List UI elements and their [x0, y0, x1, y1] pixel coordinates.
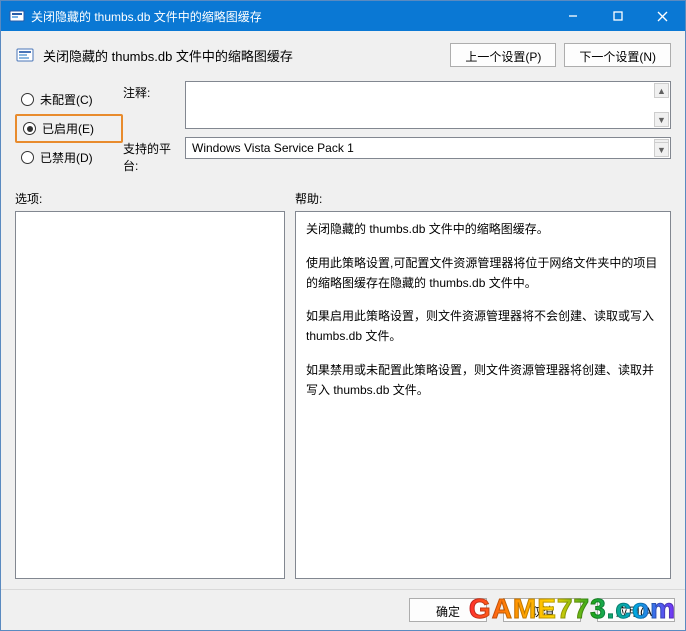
help-paragraph: 关闭隐藏的 thumbs.db 文件中的缩略图缓存。 — [306, 220, 660, 240]
help-label: 帮助: — [295, 190, 671, 207]
radio-label: 未配置(C) — [40, 91, 93, 108]
policy-title: 关闭隐藏的 thumbs.db 文件中的缩略图缓存 — [43, 46, 442, 65]
lower-panels: 关闭隐藏的 thumbs.db 文件中的缩略图缓存。 使用此策略设置,可配置文件… — [15, 211, 671, 579]
radio-label: 已启用(E) — [42, 120, 94, 137]
scroll-down-icon[interactable]: ▼ — [654, 142, 669, 157]
scroll-down-icon[interactable]: ▼ — [654, 112, 669, 127]
comment-label: 注释: — [123, 81, 185, 101]
window-title: 关闭隐藏的 thumbs.db 文件中的缩略图缓存 — [31, 8, 550, 25]
radio-icon — [23, 122, 36, 135]
cancel-button[interactable]: 取消 — [503, 598, 581, 622]
options-label: 选项: — [15, 190, 295, 207]
options-panel[interactable] — [15, 211, 285, 579]
platform-value: Windows Vista Service Pack 1 — [192, 141, 354, 155]
next-setting-button[interactable]: 下一个设置(N) — [564, 43, 671, 67]
scroll-up-icon[interactable]: ▲ — [654, 83, 669, 98]
close-button[interactable] — [640, 1, 685, 31]
content-area: 关闭隐藏的 thumbs.db 文件中的缩略图缓存 上一个设置(P) 下一个设置… — [1, 31, 685, 589]
window-buttons — [550, 1, 685, 31]
config-grid: 未配置(C) 已启用(E) 已禁用(D) 注释: ▲ ▼ — [15, 81, 671, 174]
radio-icon — [21, 93, 34, 106]
radio-disabled[interactable]: 已禁用(D) — [15, 145, 123, 170]
platform-textbox: Windows Vista Service Pack 1 ▲ ▼ — [185, 137, 671, 159]
radio-label: 已禁用(D) — [40, 149, 93, 166]
app-icon — [9, 8, 25, 24]
state-radio-group: 未配置(C) 已启用(E) 已禁用(D) — [15, 81, 123, 174]
previous-setting-button[interactable]: 上一个设置(P) — [450, 43, 556, 67]
help-paragraph: 如果禁用或未配置此策略设置，则文件资源管理器将创建、读取并写入 thumbs.d… — [306, 361, 660, 401]
help-paragraph: 如果启用此策略设置，则文件资源管理器将不会创建、读取或写入 thumbs.db … — [306, 307, 660, 347]
dialog-footer: 确定 取消 应用(A) — [1, 589, 685, 630]
radio-not-configured[interactable]: 未配置(C) — [15, 87, 123, 112]
platform-label: 支持的平台: — [123, 137, 185, 174]
fields-column: 注释: ▲ ▼ 支持的平台: Windows Vista Service Pac… — [123, 81, 671, 174]
apply-button[interactable]: 应用(A) — [597, 598, 675, 622]
section-labels: 选项: 帮助: — [15, 190, 671, 207]
policy-icon — [15, 45, 35, 65]
ok-button[interactable]: 确定 — [409, 598, 487, 622]
maximize-button[interactable] — [595, 1, 640, 31]
platform-row: 支持的平台: Windows Vista Service Pack 1 ▲ ▼ — [123, 137, 671, 174]
minimize-button[interactable] — [550, 1, 595, 31]
comment-row: 注释: ▲ ▼ — [123, 81, 671, 129]
radio-enabled[interactable]: 已启用(E) — [15, 114, 123, 143]
header-row: 关闭隐藏的 thumbs.db 文件中的缩略图缓存 上一个设置(P) 下一个设置… — [15, 43, 671, 67]
comment-textbox[interactable]: ▲ ▼ — [185, 81, 671, 129]
titlebar: 关闭隐藏的 thumbs.db 文件中的缩略图缓存 — [1, 1, 685, 31]
help-paragraph: 使用此策略设置,可配置文件资源管理器将位于网络文件夹中的项目的缩略图缓存在隐藏的… — [306, 254, 660, 294]
radio-icon — [21, 151, 34, 164]
policy-editor-window: 关闭隐藏的 thumbs.db 文件中的缩略图缓存 — [0, 0, 686, 631]
help-panel[interactable]: 关闭隐藏的 thumbs.db 文件中的缩略图缓存。 使用此策略设置,可配置文件… — [295, 211, 671, 579]
